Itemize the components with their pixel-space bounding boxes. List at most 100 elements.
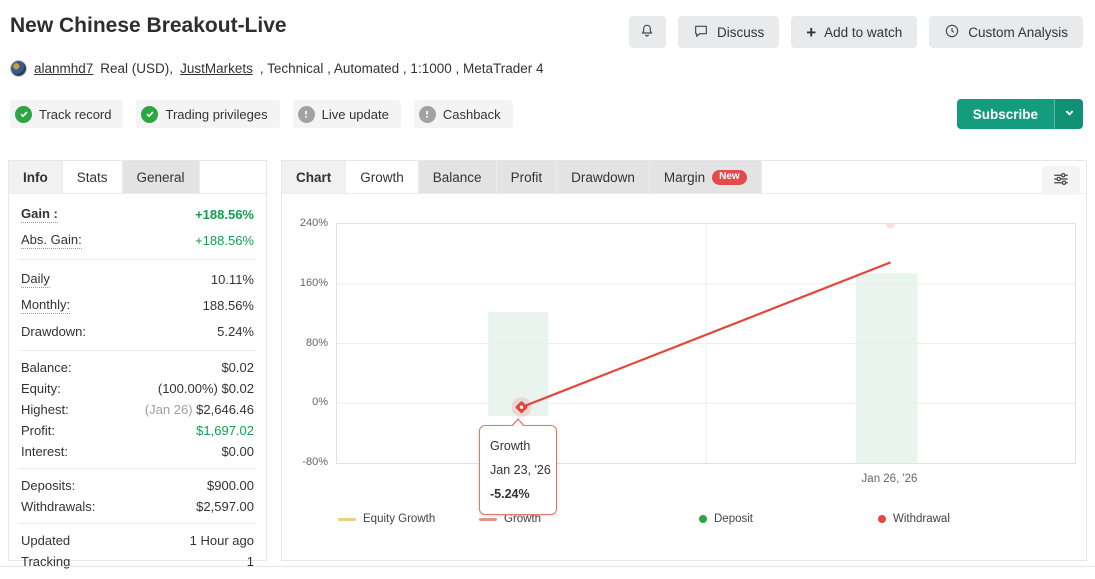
legend-equity-growth[interactable]: Equity Growth <box>338 513 435 525</box>
stat-value: $1,697.02 <box>196 423 254 438</box>
broker-link[interactable]: JustMarkets <box>180 61 253 76</box>
stat-label: Updated <box>21 533 70 548</box>
stat-value: +188.56% <box>195 207 254 222</box>
account-type-text: Real (USD), <box>100 61 173 76</box>
account-details-text: , Technical , Automated , 1:1000 , MetaT… <box>260 61 544 76</box>
divider <box>19 523 256 524</box>
stat-row: Tracking1 <box>21 551 254 572</box>
stat-label: Equity: <box>21 381 61 396</box>
badge-track-record[interactable]: Track record <box>10 100 123 128</box>
stats-panel: Info Stats General Gain :+188.56% Abs. Ga… <box>8 160 267 561</box>
stat-value: (100.00%) $0.02 <box>158 381 254 396</box>
subscribe-dropdown-button[interactable] <box>1054 99 1083 129</box>
stats-panel-tabs: Info Stats General <box>9 161 266 194</box>
exclamation-icon <box>419 106 436 123</box>
tab-profit[interactable]: Profit <box>497 161 558 193</box>
tab-growth[interactable]: Growth <box>346 161 419 193</box>
stat-label: Balance: <box>21 360 72 375</box>
chart-legend: Equity Growth Growth Deposit Withdrawal <box>282 513 1086 529</box>
tab-info[interactable]: Info <box>9 161 63 193</box>
stat-label: Interest: <box>21 444 68 459</box>
badge-cashback[interactable]: Cashback <box>414 100 513 128</box>
stat-label: Withdrawals: <box>21 499 95 514</box>
username-link[interactable]: alanmhd7 <box>34 61 93 76</box>
stat-value: 5.24% <box>217 324 254 339</box>
y-axis-tick: 240% <box>282 217 328 229</box>
add-to-watch-button[interactable]: + Add to watch <box>791 16 917 48</box>
badge-live-update[interactable]: Live update <box>293 100 401 128</box>
tab-chart[interactable]: Chart <box>282 161 346 193</box>
tab-balance[interactable]: Balance <box>419 161 497 193</box>
stat-row: Daily 10.11% <box>21 266 254 292</box>
stat-value: $0.00 <box>221 444 254 459</box>
y-axis-tick: 80% <box>282 337 328 349</box>
stat-label: Highest: <box>21 402 69 417</box>
deposit-dot-swatch <box>699 515 707 523</box>
tab-stats[interactable]: Stats <box>63 161 123 193</box>
stat-value: 1 Hour ago <box>190 533 254 548</box>
stat-row: Updated 1 Hour ago <box>21 530 254 551</box>
badge-label: Live update <box>322 107 389 122</box>
withdrawal-dot-swatch <box>878 515 886 523</box>
header-actions: Discuss + Add to watch Custom Analysis <box>629 16 1083 48</box>
legend-label: Withdrawal <box>893 513 950 525</box>
stat-value: (Jan 26) $2,646.46 <box>145 402 254 417</box>
tab-general[interactable]: General <box>123 161 200 193</box>
badge-label: Cashback <box>443 107 501 122</box>
legend-label: Deposit <box>714 513 753 525</box>
stat-value: 10.11% <box>211 272 254 287</box>
clock-icon <box>944 23 960 42</box>
tooltip-value: -5.24% <box>490 482 546 506</box>
legend-label: Equity Growth <box>363 513 435 525</box>
stat-row: Deposits:$900.00 <box>21 475 254 496</box>
subscribe-button[interactable]: Subscribe <box>957 99 1054 129</box>
stat-value: 188.56% <box>203 298 254 313</box>
verification-badges: Track record Trading privileges Live upd… <box>10 100 513 128</box>
sliders-icon <box>1052 170 1070 191</box>
divider <box>0 566 1095 567</box>
x-axis-tick: Jan 26, '26 <box>840 473 940 485</box>
badge-label: Trading privileges <box>165 107 267 122</box>
chart-panel: Chart Growth Balance Profit Drawdown Mar… <box>281 160 1087 561</box>
legend-deposit[interactable]: Deposit <box>699 513 753 525</box>
discuss-label: Discuss <box>717 25 764 40</box>
growth-chart-plot[interactable] <box>336 223 1076 464</box>
chart-panel-tabs: Chart Growth Balance Profit Drawdown Mar… <box>282 161 1086 194</box>
stat-value: $0.02 <box>221 360 254 375</box>
avatar <box>10 60 27 77</box>
new-badge: New <box>712 170 747 185</box>
chart-tooltip: Growth Jan 23, '26 -5.24% <box>479 425 557 515</box>
stat-row: Balance: $0.02 <box>21 357 254 378</box>
growth-chart-svg <box>337 224 1075 463</box>
tab-margin-label: Margin <box>664 170 705 185</box>
stat-value-prefix: (Jan 26) <box>145 402 196 417</box>
stat-label: Daily <box>21 271 50 288</box>
legend-withdrawal[interactable]: Withdrawal <box>878 513 950 525</box>
exclamation-icon <box>298 106 315 123</box>
stat-value: $2,597.00 <box>196 499 254 514</box>
chart-settings-button[interactable] <box>1042 166 1080 195</box>
tab-drawdown[interactable]: Drawdown <box>557 161 650 193</box>
custom-analysis-button[interactable]: Custom Analysis <box>929 16 1083 48</box>
chevron-down-icon <box>1064 105 1075 123</box>
add-to-watch-label: Add to watch <box>824 25 902 40</box>
badge-label: Track record <box>39 107 111 122</box>
stat-label: Abs. Gain: <box>21 232 82 249</box>
badge-trading-privileges[interactable]: Trading privileges <box>136 100 279 128</box>
stat-row: Profit: $1,697.02 <box>21 420 254 441</box>
bell-icon <box>639 23 655 42</box>
stat-rows: Gain :+188.56% Abs. Gain: +188.56% Daily 10.… <box>9 194 266 572</box>
equity-growth-line-swatch <box>338 518 356 521</box>
y-axis-tick: 0% <box>282 396 328 408</box>
check-icon <box>141 106 158 123</box>
tooltip-series: Growth <box>490 434 546 458</box>
y-axis-tick: -80% <box>282 456 328 468</box>
tab-margin[interactable]: Margin New <box>650 161 762 193</box>
stat-label: Profit: <box>21 423 55 438</box>
stat-label: Deposits: <box>21 478 75 493</box>
notifications-button[interactable] <box>629 16 666 48</box>
stat-label: Monthly: <box>21 297 70 314</box>
tooltip-date: Jan 23, '26 <box>490 458 546 482</box>
stat-row: Gain :+188.56% <box>21 201 254 227</box>
discuss-button[interactable]: Discuss <box>678 16 779 48</box>
